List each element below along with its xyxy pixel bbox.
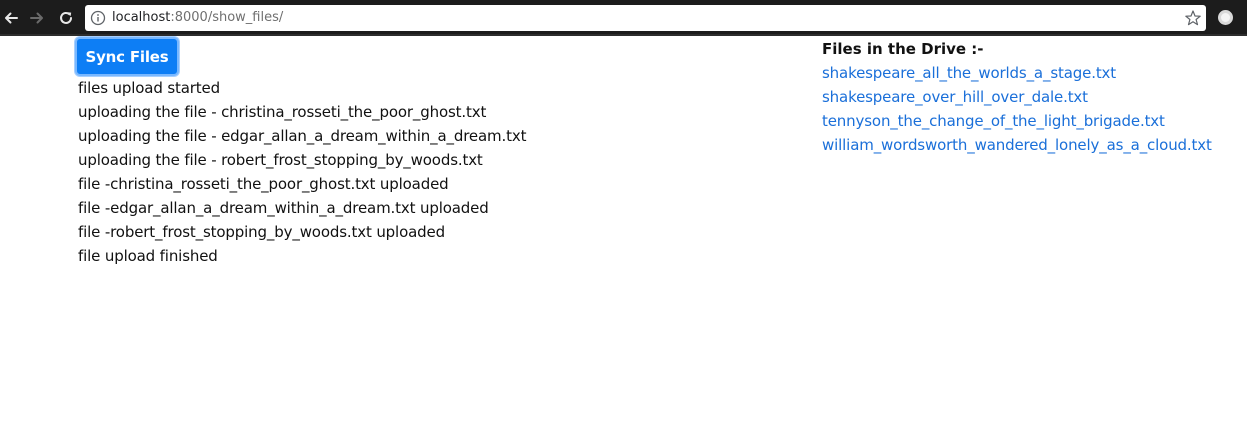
log-line: file -edgar_allan_a_dream_within_a_dream…	[78, 199, 489, 217]
url-host: localhost	[112, 10, 171, 25]
log-line: file -christina_rosseti_the_poor_ghost.t…	[78, 175, 449, 193]
star-icon[interactable]	[1184, 9, 1202, 27]
browser-toolbar: localhost:8000/show_files/	[0, 0, 1247, 36]
log-line: file upload finished	[78, 247, 218, 265]
file-link[interactable]: shakespeare_over_hill_over_dale.txt	[822, 88, 1088, 106]
forward-arrow-icon	[30, 12, 43, 24]
back-arrow-icon	[5, 12, 18, 24]
back-button[interactable]	[0, 7, 22, 29]
list-item: william_wordsworth_wandered_lonely_as_a_…	[822, 133, 1242, 157]
url-path: :8000/show_files/	[170, 10, 284, 25]
file-link[interactable]: shakespeare_all_the_worlds_a_stage.txt	[822, 64, 1116, 82]
page-content: Sync Files files upload started uploadin…	[0, 36, 1247, 439]
reload-button[interactable]	[55, 7, 77, 29]
file-link[interactable]: tennyson_the_change_of_the_light_brigade…	[822, 112, 1165, 130]
log-line: file -robert_frost_stopping_by_woods.txt…	[78, 223, 445, 241]
extension-icon[interactable]	[1217, 9, 1234, 26]
log-line: uploading the file - christina_rosseti_t…	[78, 103, 487, 121]
drive-files-panel: Files in the Drive :- shakespeare_all_th…	[822, 40, 1242, 157]
reload-icon	[60, 11, 72, 24]
info-icon[interactable]	[90, 10, 106, 26]
file-link[interactable]: william_wordsworth_wandered_lonely_as_a_…	[822, 136, 1212, 154]
url-text[interactable]: localhost:8000/show_files/	[112, 9, 283, 27]
sync-files-button[interactable]: Sync Files	[75, 37, 179, 76]
list-item: shakespeare_all_the_worlds_a_stage.txt	[822, 61, 1242, 85]
list-item: tennyson_the_change_of_the_light_brigade…	[822, 109, 1242, 133]
log-line: uploading the file - edgar_allan_a_dream…	[78, 127, 527, 145]
upload-log: files upload started uploading the file …	[78, 76, 526, 268]
drive-heading: Files in the Drive :-	[822, 40, 984, 58]
log-line: files upload started	[78, 79, 220, 97]
drive-file-list: shakespeare_all_the_worlds_a_stage.txt s…	[822, 61, 1242, 157]
address-bar[interactable]: localhost:8000/show_files/	[85, 5, 1206, 31]
forward-button[interactable]	[26, 7, 48, 29]
list-item: shakespeare_over_hill_over_dale.txt	[822, 85, 1242, 109]
log-line: uploading the file - robert_frost_stoppi…	[78, 151, 483, 169]
